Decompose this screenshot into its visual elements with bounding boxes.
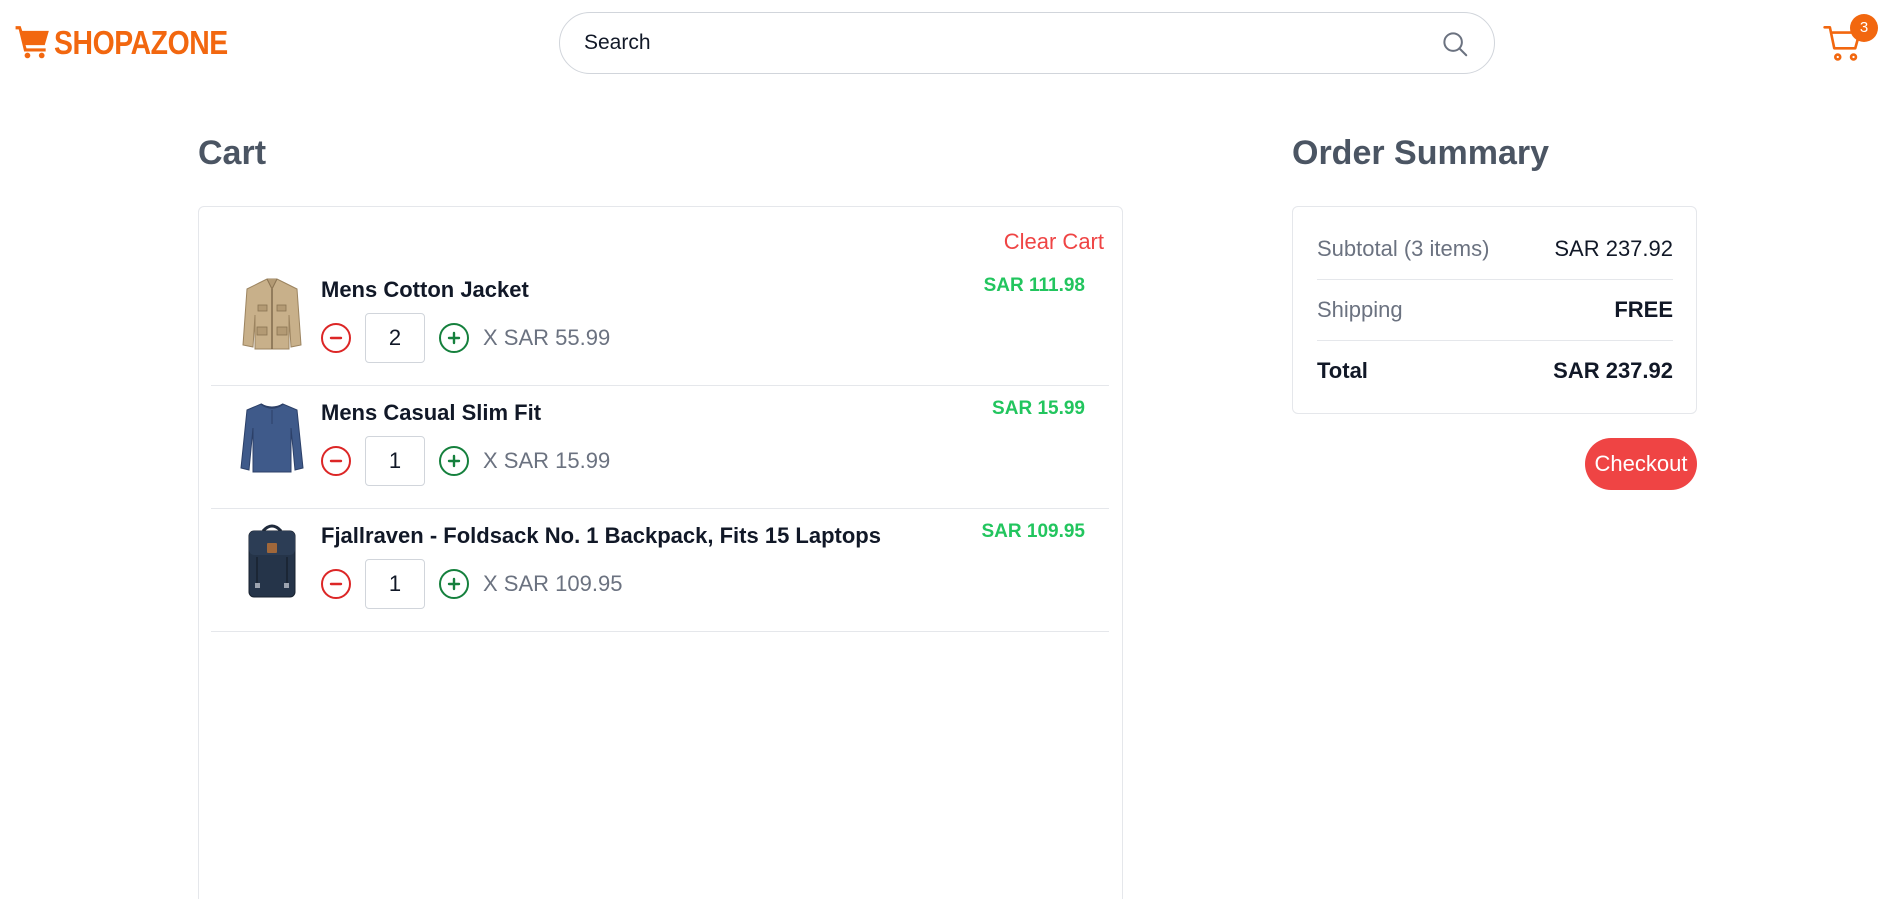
plus-icon [447, 454, 461, 468]
item-total-price: SAR 15.99 [992, 398, 1085, 419]
cart-title: Cart [198, 134, 267, 172]
cart-items-list: Mens Cotton Jacket SAR 111.98 X SAR 55.9… [211, 263, 1109, 632]
minus-icon [329, 459, 343, 463]
increase-quantity-button[interactable] [439, 569, 469, 599]
quantity-input[interactable] [365, 559, 425, 609]
shipping-row: Shipping FREE [1317, 280, 1673, 340]
decrease-quantity-button[interactable] [321, 446, 351, 476]
item-total-price: SAR 111.98 [983, 275, 1085, 296]
backpack-image [248, 524, 296, 598]
quantity-input[interactable] [365, 436, 425, 486]
item-unit-price: X SAR 55.99 [483, 325, 611, 350]
jacket-image [242, 278, 302, 350]
shipping-value: FREE [1614, 297, 1673, 322]
total-label: Total [1317, 358, 1368, 383]
minus-icon [329, 336, 343, 340]
quantity-controls: X SAR 15.99 [321, 436, 610, 486]
cart-item: Fjallraven - Foldsack No. 1 Backpack, Fi… [211, 509, 1109, 632]
plus-icon [447, 331, 461, 345]
subtotal-value: SAR 237.92 [1554, 236, 1673, 261]
subtotal-row: Subtotal (3 items) SAR 237.92 [1317, 219, 1673, 279]
shopping-cart-logo-icon [15, 26, 49, 59]
item-name[interactable]: Mens Casual Slim Fit [321, 400, 541, 426]
clear-cart-button[interactable]: Clear Cart [1004, 229, 1104, 255]
cart-button[interactable]: 3 [1822, 14, 1878, 66]
cart-panel: Clear Cart Mens Cotton Jacket SAR 111.98 [198, 206, 1123, 899]
shirt-image [240, 403, 304, 473]
decrease-quantity-button[interactable] [321, 569, 351, 599]
increase-quantity-button[interactable] [439, 446, 469, 476]
subtotal-label: Subtotal (3 items) [1317, 236, 1490, 261]
item-total-price: SAR 109.95 [981, 521, 1085, 542]
plus-icon [447, 577, 461, 591]
total-row: Total SAR 237.92 [1317, 341, 1673, 401]
cart-count-badge: 3 [1850, 14, 1878, 42]
total-value: SAR 237.92 [1553, 358, 1673, 383]
checkout-button[interactable]: Checkout [1585, 438, 1697, 490]
order-summary-panel: Subtotal (3 items) SAR 237.92 Shipping F… [1292, 206, 1697, 414]
shopazone-logo[interactable]: SHOPAZONE [14, 20, 256, 64]
minus-icon [329, 582, 343, 586]
item-unit-price: X SAR 15.99 [483, 448, 611, 473]
increase-quantity-button[interactable] [439, 323, 469, 353]
search-bar [559, 12, 1495, 74]
search-input[interactable] [584, 23, 1404, 63]
quantity-controls: X SAR 109.95 [321, 559, 622, 609]
cart-item: Mens Casual Slim Fit SAR 15.99 X SAR 15.… [211, 386, 1109, 509]
quantity-input[interactable] [365, 313, 425, 363]
decrease-quantity-button[interactable] [321, 323, 351, 353]
quantity-controls: X SAR 55.99 [321, 313, 610, 363]
item-name[interactable]: Fjallraven - Foldsack No. 1 Backpack, Fi… [321, 523, 881, 549]
item-name[interactable]: Mens Cotton Jacket [321, 277, 529, 303]
top-header: SHOPAZONE 3 [0, 0, 1900, 84]
item-unit-price: X SAR 109.95 [483, 571, 623, 596]
order-summary-title: Order Summary [1292, 134, 1549, 172]
cart-item: Mens Cotton Jacket SAR 111.98 X SAR 55.9… [211, 263, 1109, 386]
logo-text: SHOPAZONE [54, 23, 228, 61]
shipping-label: Shipping [1317, 297, 1403, 322]
search-icon[interactable] [1440, 29, 1470, 59]
